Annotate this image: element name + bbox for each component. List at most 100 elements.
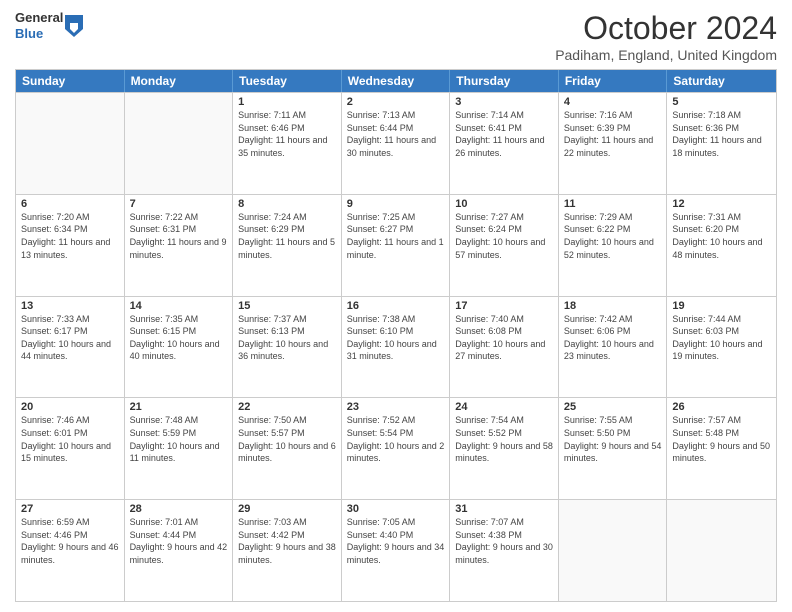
day-info: Sunrise: 7:33 AMSunset: 6:17 PMDaylight:… (21, 313, 119, 363)
day-cell-6: 6Sunrise: 7:20 AMSunset: 6:34 PMDaylight… (16, 195, 125, 296)
logo-text: General Blue (15, 10, 63, 41)
day-info: Sunrise: 7:16 AMSunset: 6:39 PMDaylight:… (564, 109, 662, 159)
day-cell-7: 7Sunrise: 7:22 AMSunset: 6:31 PMDaylight… (125, 195, 234, 296)
day-cell-empty-0-0 (16, 93, 125, 194)
calendar-body: 1Sunrise: 7:11 AMSunset: 6:46 PMDaylight… (16, 92, 776, 601)
day-cell-3: 3Sunrise: 7:14 AMSunset: 6:41 PMDaylight… (450, 93, 559, 194)
day-cell-14: 14Sunrise: 7:35 AMSunset: 6:15 PMDayligh… (125, 297, 234, 398)
day-number: 21 (130, 401, 228, 413)
day-info: Sunrise: 7:42 AMSunset: 6:06 PMDaylight:… (564, 313, 662, 363)
day-info: Sunrise: 7:35 AMSunset: 6:15 PMDaylight:… (130, 313, 228, 363)
day-number: 15 (238, 300, 336, 312)
day-cell-22: 22Sunrise: 7:50 AMSunset: 5:57 PMDayligh… (233, 398, 342, 499)
day-cell-30: 30Sunrise: 7:05 AMSunset: 4:40 PMDayligh… (342, 500, 451, 601)
day-info: Sunrise: 7:05 AMSunset: 4:40 PMDaylight:… (347, 516, 445, 566)
day-number: 24 (455, 401, 553, 413)
day-number: 8 (238, 198, 336, 210)
day-info: Sunrise: 7:14 AMSunset: 6:41 PMDaylight:… (455, 109, 553, 159)
day-number: 16 (347, 300, 445, 312)
week-row-1: 1Sunrise: 7:11 AMSunset: 6:46 PMDaylight… (16, 92, 776, 194)
day-info: Sunrise: 6:59 AMSunset: 4:46 PMDaylight:… (21, 516, 119, 566)
day-info: Sunrise: 7:40 AMSunset: 6:08 PMDaylight:… (455, 313, 553, 363)
title-area: October 2024 Padiham, England, United Ki… (555, 10, 777, 63)
day-info: Sunrise: 7:44 AMSunset: 6:03 PMDaylight:… (672, 313, 771, 363)
day-info: Sunrise: 7:27 AMSunset: 6:24 PMDaylight:… (455, 211, 553, 261)
day-cell-13: 13Sunrise: 7:33 AMSunset: 6:17 PMDayligh… (16, 297, 125, 398)
day-number: 11 (564, 198, 662, 210)
day-info: Sunrise: 7:18 AMSunset: 6:36 PMDaylight:… (672, 109, 771, 159)
day-info: Sunrise: 7:37 AMSunset: 6:13 PMDaylight:… (238, 313, 336, 363)
day-cell-21: 21Sunrise: 7:48 AMSunset: 5:59 PMDayligh… (125, 398, 234, 499)
day-number: 4 (564, 96, 662, 108)
day-number: 22 (238, 401, 336, 413)
header: General Blue October 2024 Padiham, Engla… (15, 10, 777, 63)
day-info: Sunrise: 7:52 AMSunset: 5:54 PMDaylight:… (347, 414, 445, 464)
day-cell-2: 2Sunrise: 7:13 AMSunset: 6:44 PMDaylight… (342, 93, 451, 194)
day-info: Sunrise: 7:48 AMSunset: 5:59 PMDaylight:… (130, 414, 228, 464)
day-number: 27 (21, 503, 119, 515)
day-info: Sunrise: 7:31 AMSunset: 6:20 PMDaylight:… (672, 211, 771, 261)
day-header-wednesday: Wednesday (342, 70, 451, 92)
day-headers: SundayMondayTuesdayWednesdayThursdayFrid… (16, 70, 776, 92)
day-cell-16: 16Sunrise: 7:38 AMSunset: 6:10 PMDayligh… (342, 297, 451, 398)
day-number: 23 (347, 401, 445, 413)
month-title: October 2024 (555, 10, 777, 47)
day-number: 30 (347, 503, 445, 515)
day-cell-empty-0-1 (125, 93, 234, 194)
day-header-tuesday: Tuesday (233, 70, 342, 92)
week-row-2: 6Sunrise: 7:20 AMSunset: 6:34 PMDaylight… (16, 194, 776, 296)
day-info: Sunrise: 7:57 AMSunset: 5:48 PMDaylight:… (672, 414, 771, 464)
logo: General Blue (15, 10, 83, 41)
day-number: 20 (21, 401, 119, 413)
day-cell-23: 23Sunrise: 7:52 AMSunset: 5:54 PMDayligh… (342, 398, 451, 499)
day-number: 7 (130, 198, 228, 210)
day-cell-9: 9Sunrise: 7:25 AMSunset: 6:27 PMDaylight… (342, 195, 451, 296)
day-header-monday: Monday (125, 70, 234, 92)
day-number: 5 (672, 96, 771, 108)
logo-blue: Blue (15, 26, 63, 42)
day-header-friday: Friday (559, 70, 668, 92)
day-cell-empty-4-5 (559, 500, 668, 601)
day-number: 13 (21, 300, 119, 312)
day-info: Sunrise: 7:24 AMSunset: 6:29 PMDaylight:… (238, 211, 336, 261)
day-cell-28: 28Sunrise: 7:01 AMSunset: 4:44 PMDayligh… (125, 500, 234, 601)
day-cell-12: 12Sunrise: 7:31 AMSunset: 6:20 PMDayligh… (667, 195, 776, 296)
day-cell-24: 24Sunrise: 7:54 AMSunset: 5:52 PMDayligh… (450, 398, 559, 499)
day-cell-5: 5Sunrise: 7:18 AMSunset: 6:36 PMDaylight… (667, 93, 776, 194)
day-cell-18: 18Sunrise: 7:42 AMSunset: 6:06 PMDayligh… (559, 297, 668, 398)
day-number: 14 (130, 300, 228, 312)
day-number: 18 (564, 300, 662, 312)
day-cell-27: 27Sunrise: 6:59 AMSunset: 4:46 PMDayligh… (16, 500, 125, 601)
logo-icon (65, 15, 83, 37)
week-row-5: 27Sunrise: 6:59 AMSunset: 4:46 PMDayligh… (16, 499, 776, 601)
day-info: Sunrise: 7:03 AMSunset: 4:42 PMDaylight:… (238, 516, 336, 566)
day-number: 12 (672, 198, 771, 210)
day-cell-29: 29Sunrise: 7:03 AMSunset: 4:42 PMDayligh… (233, 500, 342, 601)
day-cell-4: 4Sunrise: 7:16 AMSunset: 6:39 PMDaylight… (559, 93, 668, 194)
day-cell-8: 8Sunrise: 7:24 AMSunset: 6:29 PMDaylight… (233, 195, 342, 296)
day-header-saturday: Saturday (667, 70, 776, 92)
day-cell-25: 25Sunrise: 7:55 AMSunset: 5:50 PMDayligh… (559, 398, 668, 499)
day-number: 6 (21, 198, 119, 210)
day-cell-1: 1Sunrise: 7:11 AMSunset: 6:46 PMDaylight… (233, 93, 342, 194)
day-number: 26 (672, 401, 771, 413)
day-info: Sunrise: 7:29 AMSunset: 6:22 PMDaylight:… (564, 211, 662, 261)
day-number: 3 (455, 96, 553, 108)
calendar: SundayMondayTuesdayWednesdayThursdayFrid… (15, 69, 777, 602)
day-number: 1 (238, 96, 336, 108)
day-number: 31 (455, 503, 553, 515)
day-info: Sunrise: 7:01 AMSunset: 4:44 PMDaylight:… (130, 516, 228, 566)
day-info: Sunrise: 7:07 AMSunset: 4:38 PMDaylight:… (455, 516, 553, 566)
day-info: Sunrise: 7:55 AMSunset: 5:50 PMDaylight:… (564, 414, 662, 464)
location: Padiham, England, United Kingdom (555, 47, 777, 63)
day-number: 25 (564, 401, 662, 413)
day-cell-19: 19Sunrise: 7:44 AMSunset: 6:03 PMDayligh… (667, 297, 776, 398)
day-number: 9 (347, 198, 445, 210)
day-info: Sunrise: 7:38 AMSunset: 6:10 PMDaylight:… (347, 313, 445, 363)
logo-general: General (15, 10, 63, 26)
day-cell-11: 11Sunrise: 7:29 AMSunset: 6:22 PMDayligh… (559, 195, 668, 296)
day-info: Sunrise: 7:50 AMSunset: 5:57 PMDaylight:… (238, 414, 336, 464)
week-row-3: 13Sunrise: 7:33 AMSunset: 6:17 PMDayligh… (16, 296, 776, 398)
day-cell-empty-4-6 (667, 500, 776, 601)
day-cell-26: 26Sunrise: 7:57 AMSunset: 5:48 PMDayligh… (667, 398, 776, 499)
